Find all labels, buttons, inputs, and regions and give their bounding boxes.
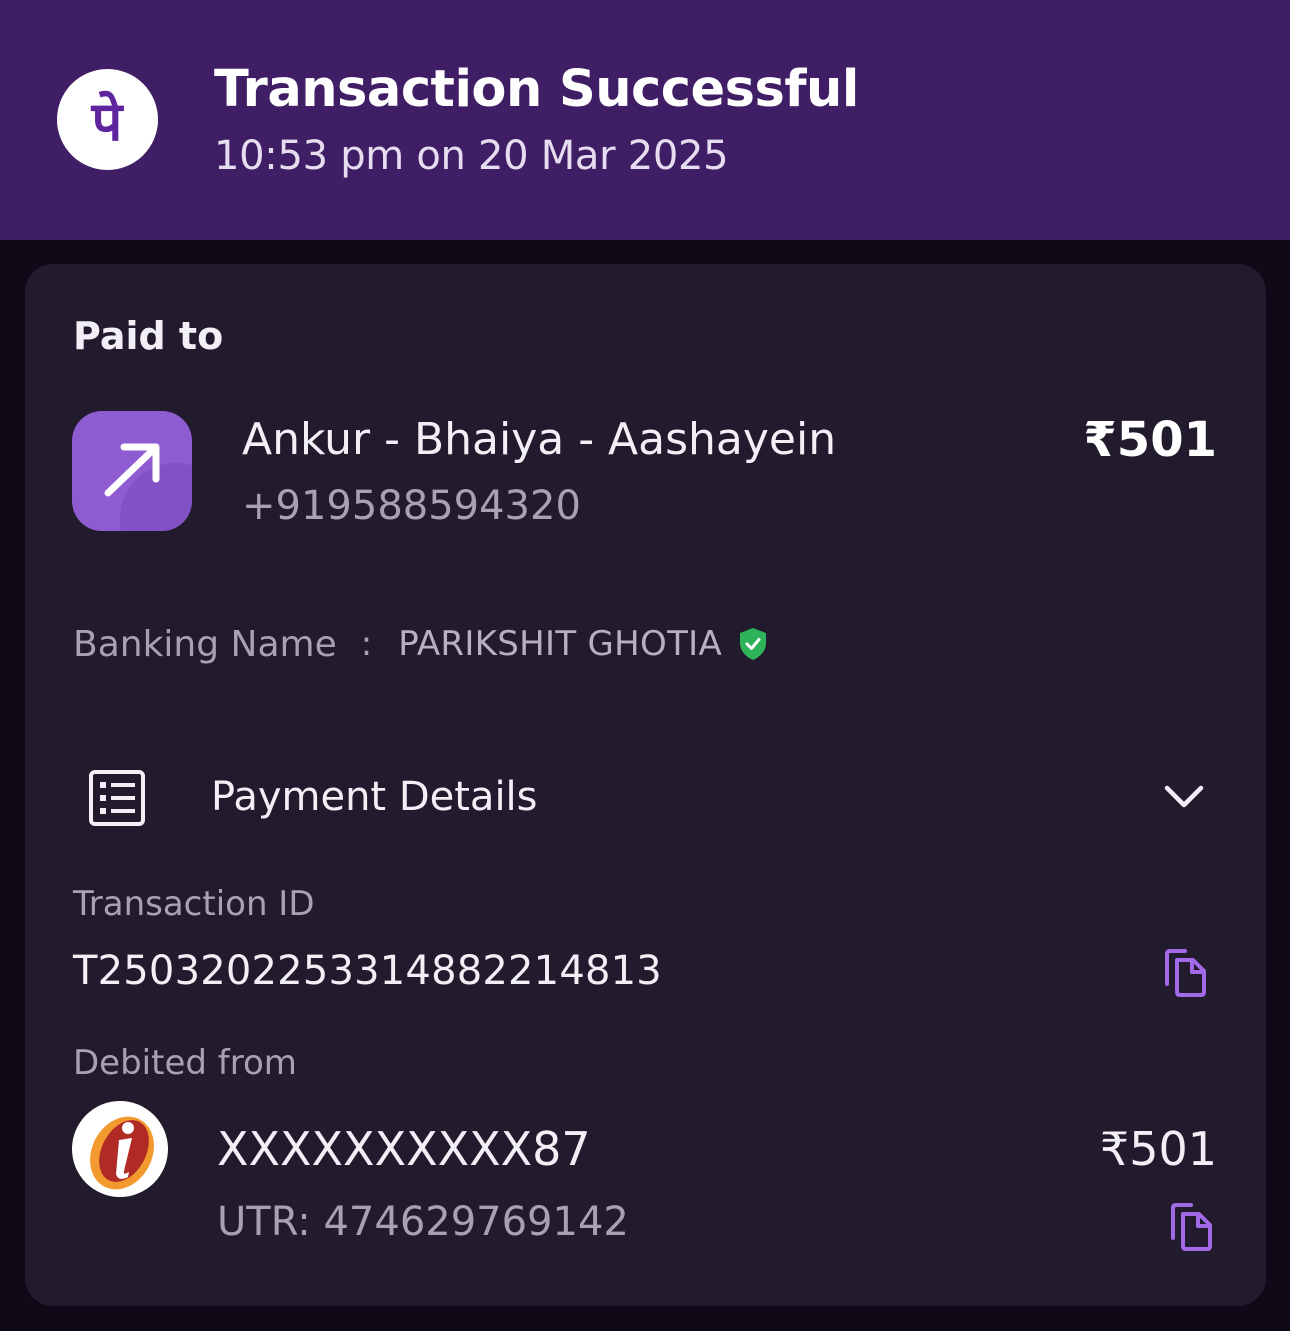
payment-details-toggle[interactable]: Payment Details xyxy=(211,774,538,820)
copy-icon[interactable] xyxy=(1163,948,1209,998)
icici-bank-logo-icon xyxy=(72,1101,168,1197)
debit-account-number: XXXXXXXXXX87 xyxy=(217,1122,591,1176)
header-bar: पे Transaction Successful 10:53 pm on 20… xyxy=(0,0,1290,240)
chevron-down-icon[interactable] xyxy=(1163,782,1205,812)
phonepe-logo-icon: पे xyxy=(57,69,158,170)
banking-name-value: PARIKSHIT GHOTIA xyxy=(398,624,723,664)
debit-amount: ₹501 xyxy=(1099,1122,1217,1176)
page-title: Transaction Successful xyxy=(214,60,859,119)
paid-to-label: Paid to xyxy=(73,314,224,358)
transaction-id-label: Transaction ID xyxy=(73,884,315,924)
payee-phone: +919588594320 xyxy=(242,483,581,529)
banking-name-label: Banking Name xyxy=(73,623,337,665)
paid-amount: ₹501 xyxy=(1083,412,1217,468)
debited-from-label: Debited from xyxy=(73,1043,297,1083)
copy-icon[interactable] xyxy=(1169,1202,1215,1252)
phonepe-logo-glyph: पे xyxy=(91,90,125,153)
receipt-list-icon xyxy=(89,770,145,826)
arrow-up-right-icon xyxy=(72,411,192,531)
verified-shield-icon xyxy=(740,628,767,660)
transaction-timestamp: 10:53 pm on 20 Mar 2025 xyxy=(214,133,729,179)
payee-name: Ankur - Bhaiya - Aashayein xyxy=(242,414,837,465)
transaction-id-value: T2503202253314882214813 xyxy=(73,948,662,994)
utr-number: UTR: 474629769142 xyxy=(217,1199,629,1245)
banking-name-row: Banking Name : PARIKSHIT GHOTIA xyxy=(73,620,768,668)
banking-name-separator: : xyxy=(360,624,373,664)
